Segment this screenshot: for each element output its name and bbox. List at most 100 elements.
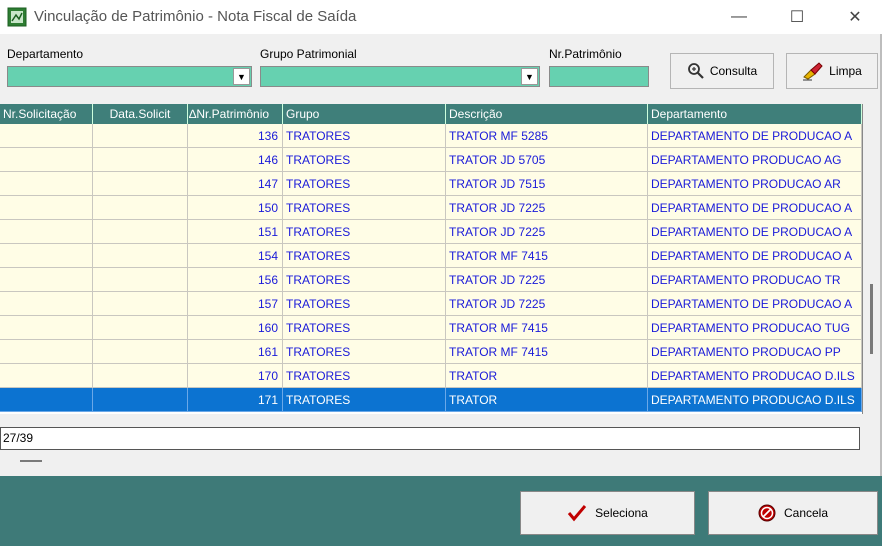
- table-row[interactable]: 161 TRATORES TRATOR MF 7415 DEPARTAMENTO PR…: [0, 340, 862, 364]
- cell-departamento[interactable]: DEPARTAMENTO PRODUCAO TR: [648, 268, 862, 292]
- cell-data-solicit[interactable]: [93, 364, 188, 388]
- cell-nr-patrimonio[interactable]: 161: [188, 340, 283, 364]
- table-row[interactable]: 170 TRATORES TRATOR DEPARTAMENTO PRODUCAO D…: [0, 364, 862, 388]
- cell-data-solicit[interactable]: [93, 220, 188, 244]
- cell-departamento[interactable]: DEPARTAMENTO DE PRODUCAO A: [648, 124, 862, 148]
- cell-departamento[interactable]: DEPARTAMENTO PRODUCAO PP: [648, 340, 862, 364]
- cell-departamento[interactable]: DEPARTAMENTO DE PRODUCAO A: [648, 196, 862, 220]
- cell-nr-patrimonio[interactable]: 160: [188, 316, 283, 340]
- cell-data-solicit[interactable]: [93, 244, 188, 268]
- cell-grupo[interactable]: TRATORES: [283, 124, 446, 148]
- cell-nr-patrimonio[interactable]: 171: [188, 388, 283, 412]
- col-header-departamento[interactable]: Departamento: [648, 104, 862, 124]
- cell-data-solicit[interactable]: [93, 196, 188, 220]
- cell-nr-solicitacao[interactable]: [0, 172, 93, 196]
- cell-nr-patrimonio[interactable]: 136: [188, 124, 283, 148]
- cell-data-solicit[interactable]: [93, 292, 188, 316]
- departamento-combo[interactable]: ▼: [7, 66, 252, 87]
- cell-grupo[interactable]: TRATORES: [283, 172, 446, 196]
- table-row[interactable]: 154 TRATORES TRATOR MF 7415 DEPARTAMENTO DE…: [0, 244, 862, 268]
- table-row[interactable]: 136 TRATORES TRATOR MF 5285 DEPARTAMENTO DE…: [0, 124, 862, 148]
- cell-nr-solicitacao[interactable]: [0, 340, 93, 364]
- patrimonio-grid[interactable]: Nr.Solicitação Data.Solicit ∆Nr.Patrimôn…: [0, 104, 863, 414]
- cell-descricao[interactable]: TRATOR MF 7415: [446, 316, 648, 340]
- cell-descricao[interactable]: TRATOR JD 7225: [446, 220, 648, 244]
- cell-nr-patrimonio[interactable]: 156: [188, 268, 283, 292]
- col-header-descricao[interactable]: Descrição: [446, 104, 648, 124]
- cell-departamento[interactable]: DEPARTAMENTO PRODUCAO TUG: [648, 316, 862, 340]
- cell-grupo[interactable]: TRATORES: [283, 388, 446, 412]
- cell-departamento[interactable]: DEPARTAMENTO PRODUCAO D.ILS: [648, 388, 862, 412]
- table-row[interactable]: 150 TRATORES TRATOR JD 7225 DEPARTAMENTO DE…: [0, 196, 862, 220]
- col-header-nr-patrimonio[interactable]: ∆Nr.Patrimônio: [188, 104, 283, 124]
- seleciona-button[interactable]: Seleciona: [520, 491, 695, 535]
- cell-grupo[interactable]: TRATORES: [283, 268, 446, 292]
- cell-descricao[interactable]: TRATOR JD 7225: [446, 268, 648, 292]
- cell-departamento[interactable]: DEPARTAMENTO PRODUCAO AR: [648, 172, 862, 196]
- col-header-nr-solicitacao[interactable]: Nr.Solicitação: [0, 104, 93, 124]
- table-row[interactable]: 151 TRATORES TRATOR JD 7225 DEPARTAMENTO DE…: [0, 220, 862, 244]
- cell-descricao[interactable]: TRATOR JD 5705: [446, 148, 648, 172]
- table-row[interactable]: 156 TRATORES TRATOR JD 7225 DEPARTAMENTO PR…: [0, 268, 862, 292]
- cell-data-solicit[interactable]: [93, 340, 188, 364]
- cell-departamento[interactable]: DEPARTAMENTO PRODUCAO D.ILS: [648, 364, 862, 388]
- table-row[interactable]: 171 TRATORES TRATOR DEPARTAMENTO PRODUCAO D…: [0, 388, 862, 412]
- cell-data-solicit[interactable]: [93, 316, 188, 340]
- consulta-button[interactable]: Consulta: [670, 53, 774, 89]
- cell-nr-solicitacao[interactable]: [0, 292, 93, 316]
- minimize-button[interactable]: —: [716, 2, 762, 32]
- cell-departamento[interactable]: DEPARTAMENTO DE PRODUCAO A: [648, 244, 862, 268]
- cell-descricao[interactable]: TRATOR JD 7225: [446, 196, 648, 220]
- cell-nr-solicitacao[interactable]: [0, 316, 93, 340]
- cell-data-solicit[interactable]: [93, 148, 188, 172]
- cell-nr-patrimonio[interactable]: 150: [188, 196, 283, 220]
- col-header-grupo[interactable]: Grupo: [283, 104, 446, 124]
- cell-data-solicit[interactable]: [93, 172, 188, 196]
- cell-grupo[interactable]: TRATORES: [283, 244, 446, 268]
- cell-nr-solicitacao[interactable]: [0, 268, 93, 292]
- table-row[interactable]: 157 TRATORES TRATOR JD 7225 DEPARTAMENTO DE…: [0, 292, 862, 316]
- cell-descricao[interactable]: TRATOR MF 5285: [446, 124, 648, 148]
- close-button[interactable]: ✕: [832, 2, 878, 32]
- cell-nr-patrimonio[interactable]: 147: [188, 172, 283, 196]
- cell-nr-patrimonio[interactable]: 154: [188, 244, 283, 268]
- scroll-thumb[interactable]: [870, 284, 873, 354]
- cell-departamento[interactable]: DEPARTAMENTO PRODUCAO AG: [648, 148, 862, 172]
- cell-descricao[interactable]: TRATOR: [446, 388, 648, 412]
- cell-nr-patrimonio[interactable]: 157: [188, 292, 283, 316]
- cancela-button[interactable]: Cancela: [708, 491, 878, 535]
- vertical-scrollbar[interactable]: [866, 104, 878, 414]
- cell-data-solicit[interactable]: [93, 268, 188, 292]
- cell-nr-solicitacao[interactable]: [0, 196, 93, 220]
- cell-departamento[interactable]: DEPARTAMENTO DE PRODUCAO A: [648, 292, 862, 316]
- cell-nr-patrimonio[interactable]: 151: [188, 220, 283, 244]
- cell-nr-patrimonio[interactable]: 146: [188, 148, 283, 172]
- cell-descricao[interactable]: TRATOR MF 7415: [446, 244, 648, 268]
- cell-descricao[interactable]: TRATOR JD 7515: [446, 172, 648, 196]
- cell-nr-solicitacao[interactable]: [0, 388, 93, 412]
- cell-departamento[interactable]: DEPARTAMENTO DE PRODUCAO A: [648, 220, 862, 244]
- cell-data-solicit[interactable]: [93, 388, 188, 412]
- cell-grupo[interactable]: TRATORES: [283, 292, 446, 316]
- cell-nr-solicitacao[interactable]: [0, 244, 93, 268]
- dropdown-arrow-icon[interactable]: ▼: [521, 68, 538, 85]
- table-row[interactable]: 147 TRATORES TRATOR JD 7515 DEPARTAMENTO PR…: [0, 172, 862, 196]
- cell-nr-patrimonio[interactable]: 170: [188, 364, 283, 388]
- cell-data-solicit[interactable]: [93, 124, 188, 148]
- col-header-data-solicit[interactable]: Data.Solicit: [93, 104, 188, 124]
- cell-nr-solicitacao[interactable]: [0, 220, 93, 244]
- cell-nr-solicitacao[interactable]: [0, 148, 93, 172]
- nr-patrimonio-input[interactable]: [549, 66, 649, 87]
- limpa-button[interactable]: Limpa: [786, 53, 878, 89]
- table-row[interactable]: 146 TRATORES TRATOR JD 5705 DEPARTAMENTO PR…: [0, 148, 862, 172]
- cell-descricao[interactable]: TRATOR MF 7415: [446, 340, 648, 364]
- cell-grupo[interactable]: TRATORES: [283, 148, 446, 172]
- maximize-button[interactable]: ☐: [774, 2, 820, 32]
- cell-grupo[interactable]: TRATORES: [283, 220, 446, 244]
- cell-grupo[interactable]: TRATORES: [283, 340, 446, 364]
- cell-grupo[interactable]: TRATORES: [283, 364, 446, 388]
- table-row[interactable]: 160 TRATORES TRATOR MF 7415 DEPARTAMENTO PR…: [0, 316, 862, 340]
- horizontal-scrollbar[interactable]: [20, 460, 42, 462]
- cell-descricao[interactable]: TRATOR: [446, 364, 648, 388]
- cell-grupo[interactable]: TRATORES: [283, 196, 446, 220]
